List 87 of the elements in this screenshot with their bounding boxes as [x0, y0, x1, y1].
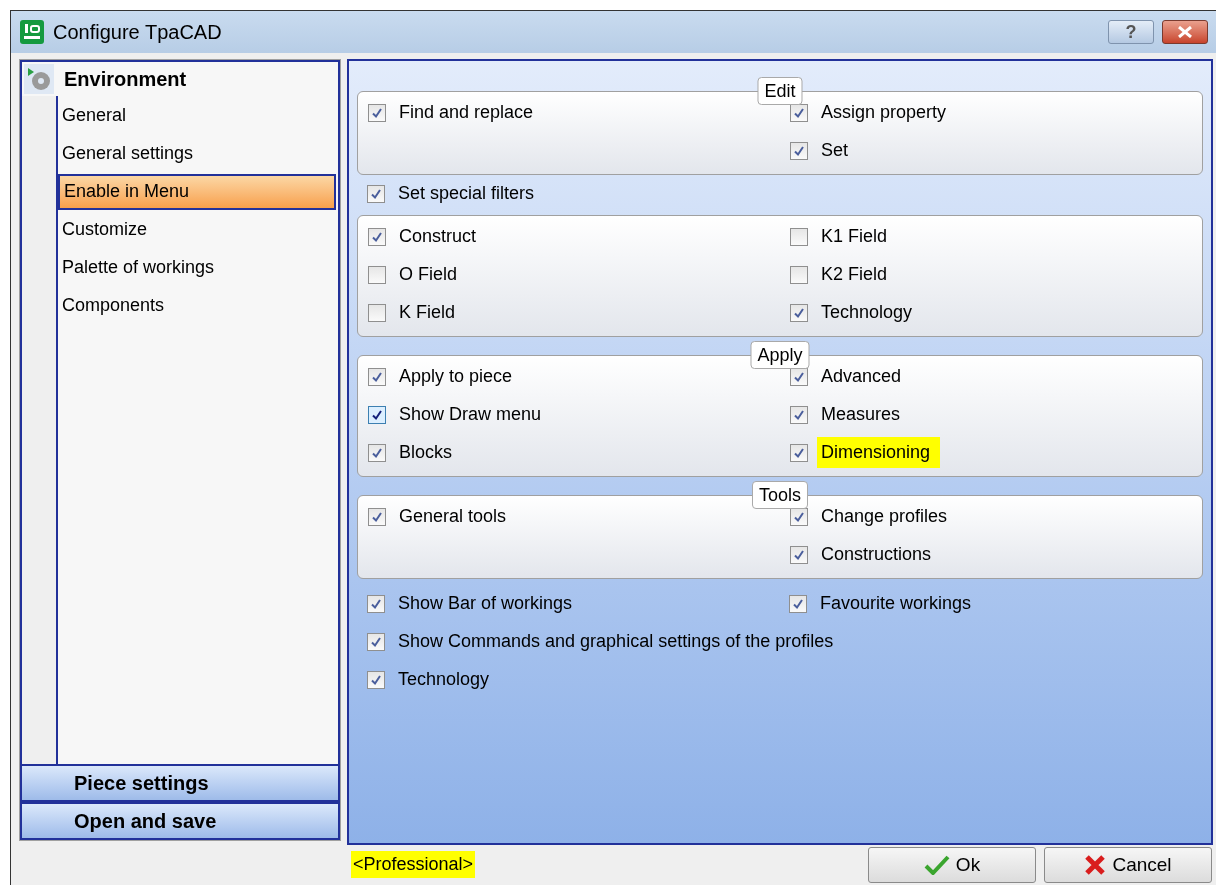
checkmark-icon: [370, 187, 382, 200]
ok-button[interactable]: Ok: [868, 846, 1036, 883]
sidebar-item[interactable]: General settings: [58, 135, 336, 172]
checkbox[interactable]: [367, 594, 385, 613]
app-icon: [19, 18, 45, 45]
checkmark-icon: [923, 854, 950, 875]
checkbox-label: Set: [820, 139, 850, 163]
checkmark-icon: [793, 510, 805, 523]
group-title: Tools: [752, 480, 808, 509]
checkbox[interactable]: [368, 405, 386, 424]
checkmark-icon: [792, 597, 804, 610]
checkbox[interactable]: [790, 545, 808, 564]
checkbox-label: Advanced: [820, 365, 903, 389]
sidebar-item[interactable]: Components: [58, 287, 336, 324]
checkbox-label: General tools: [398, 505, 508, 529]
checkbox-label: Construct: [398, 225, 478, 249]
gear-icon: [24, 63, 54, 94]
checkbox-label: Blocks: [398, 441, 453, 465]
checkmark-icon: [793, 370, 805, 383]
checkbox-label: Dimensioning: [817, 437, 941, 469]
checkmark-icon: [371, 510, 383, 523]
checkbox[interactable]: [790, 265, 808, 284]
checkbox[interactable]: [790, 405, 808, 424]
checkbox-label: Apply to piece: [398, 365, 514, 389]
checkmark-icon: [370, 635, 382, 648]
checkmark-icon: [793, 408, 805, 421]
checkbox-label: Show Bar of workings: [397, 592, 574, 616]
checkbox[interactable]: [790, 507, 808, 526]
group-title: Apply: [750, 340, 810, 369]
checkmark-icon: [371, 408, 383, 421]
cross-icon: [1084, 854, 1107, 875]
checkbox-label: Find and replace: [398, 101, 535, 125]
checkbox-label: Change profiles: [820, 505, 949, 529]
checkbox-label: Assign property: [820, 101, 948, 125]
checkbox[interactable]: [368, 265, 386, 284]
checkbox[interactable]: [368, 103, 386, 122]
checkmark-icon: [793, 106, 805, 119]
checkbox-label: Show Draw menu: [398, 403, 543, 427]
checkbox-label: K2 Field: [820, 263, 889, 287]
checkmark-icon: [371, 446, 383, 459]
checkbox-label: K Field: [398, 301, 457, 325]
checkbox[interactable]: [367, 670, 385, 689]
checkmark-icon: [370, 597, 382, 610]
close-button[interactable]: [1162, 19, 1208, 44]
checkbox-label: Set special filters: [397, 182, 536, 206]
sidebar-header[interactable]: Environment: [64, 63, 187, 94]
sidebar-item[interactable]: General: [58, 97, 336, 134]
checkbox[interactable]: [368, 367, 386, 386]
cancel-button[interactable]: Cancel: [1044, 846, 1212, 883]
checkbox[interactable]: [367, 632, 385, 651]
checkbox-label: Measures: [820, 403, 902, 427]
checkbox-label: Show Commands and graphical settings of the profiles: [397, 630, 835, 654]
checkbox[interactable]: [790, 303, 808, 322]
checkmark-icon: [793, 548, 805, 561]
checkmark-icon: [793, 306, 805, 319]
close-icon: [1177, 25, 1193, 38]
checkbox-label: Favourite workings: [819, 592, 973, 616]
checkbox[interactable]: [367, 184, 385, 203]
checkbox-label: Technology: [820, 301, 914, 325]
checkbox-label: O Field: [398, 263, 459, 287]
checkmark-icon: [371, 370, 383, 383]
checkbox[interactable]: [790, 443, 808, 462]
sidebar-section[interactable]: Open and save: [20, 801, 340, 840]
help-button[interactable]: ?: [1108, 19, 1154, 44]
checkbox-label: K1 Field: [820, 225, 889, 249]
checkbox[interactable]: [790, 227, 808, 246]
checkbox[interactable]: [789, 594, 807, 613]
checkbox[interactable]: [368, 507, 386, 526]
checkbox[interactable]: [790, 141, 808, 160]
window-title: Configure TpaCAD: [53, 19, 223, 45]
checkmark-icon: [793, 144, 805, 157]
checkbox[interactable]: [368, 303, 386, 322]
checkmark-icon: [371, 106, 383, 119]
checkbox[interactable]: [368, 227, 386, 246]
checkbox-label: Technology: [397, 668, 491, 692]
checkbox[interactable]: [790, 103, 808, 122]
edition-label: <Professional>: [351, 851, 476, 879]
sidebar-section[interactable]: Piece settings: [20, 763, 340, 802]
sidebar-item[interactable]: Enable in Menu: [58, 173, 336, 210]
checkmark-icon: [793, 446, 805, 459]
sidebar-item[interactable]: Customize: [58, 211, 336, 248]
checkbox-label: Constructions: [820, 543, 933, 567]
checkmark-icon: [370, 673, 382, 686]
sidebar-item[interactable]: Palette of workings: [58, 249, 336, 286]
checkmark-icon: [371, 230, 383, 243]
group-title: Edit: [757, 76, 803, 105]
checkbox[interactable]: [368, 443, 386, 462]
